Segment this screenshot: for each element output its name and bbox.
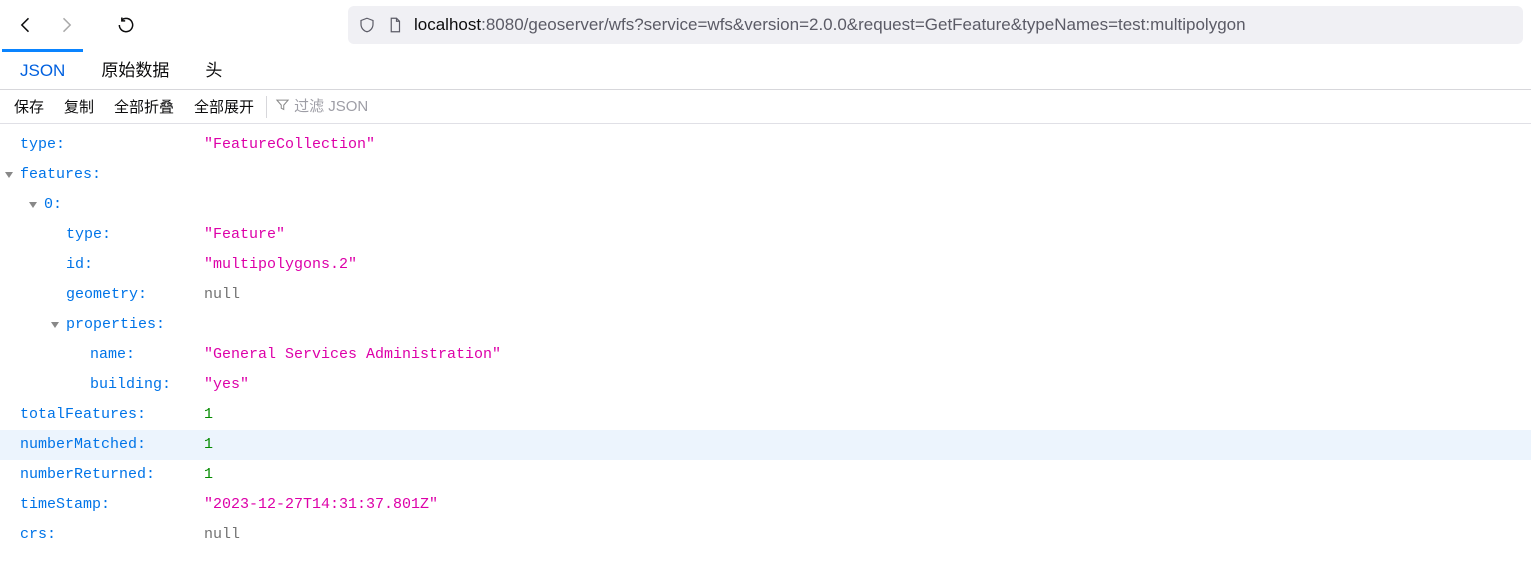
json-key: 0: [44,190,62,220]
json-key: properties: [66,310,165,340]
json-value: null [204,280,240,310]
forward-button[interactable] [48,7,84,43]
save-button[interactable]: 保存 [4,90,54,123]
expand-toggle[interactable] [4,168,18,182]
json-row-feature-0[interactable]: 0: [0,190,1531,220]
back-button[interactable] [8,7,44,43]
expand-toggle[interactable] [28,198,42,212]
json-row-type[interactable]: type: "FeatureCollection" [0,130,1531,160]
json-row-numberMatched[interactable]: numberMatched: 1 [0,430,1531,460]
page-icon [386,16,404,34]
browser-toolbar: localhost:8080/geoserver/wfs?service=wfs… [0,0,1531,50]
filter-input[interactable] [294,98,414,115]
json-key: numberReturned: [20,460,155,490]
json-row-timeStamp[interactable]: timeStamp: "2023-12-27T14:31:37.801Z" [0,490,1531,520]
json-value: null [204,520,240,550]
json-row-totalFeatures[interactable]: totalFeatures: 1 [0,400,1531,430]
json-key: type: [66,220,111,250]
json-value: 1 [204,430,213,460]
json-row-p-building[interactable]: building: "yes" [0,370,1531,400]
expand-toggle[interactable] [50,318,64,332]
json-row-f-geometry[interactable]: geometry: null [0,280,1531,310]
json-key: id: [66,250,93,280]
tab-json[interactable]: JSON [2,49,83,89]
json-key: timeStamp: [20,490,110,520]
divider [266,96,267,118]
json-key: numberMatched: [20,430,146,460]
json-value: "Feature" [204,220,285,250]
json-value: "FeatureCollection" [204,130,375,160]
filter-icon [275,97,290,116]
json-row-p-name[interactable]: name: "General Services Administration" [0,340,1531,370]
json-row-features[interactable]: features: [0,160,1531,190]
json-key: crs: [20,520,56,550]
url-host: localhost [414,15,481,34]
json-row-f-properties[interactable]: properties: [0,310,1531,340]
json-value: 1 [204,400,213,430]
json-row-f-id[interactable]: id: "multipolygons.2" [0,250,1531,280]
copy-button[interactable]: 复制 [54,90,104,123]
json-row-numberReturned[interactable]: numberReturned: 1 [0,460,1531,490]
json-key: features: [20,160,101,190]
action-bar: 保存 复制 全部折叠 全部展开 [0,90,1531,124]
json-key: building: [90,370,171,400]
address-bar[interactable]: localhost:8080/geoserver/wfs?service=wfs… [348,6,1523,44]
shield-icon [358,16,376,34]
json-value: "multipolygons.2" [204,250,357,280]
json-value: 1 [204,460,213,490]
filter-wrap [269,97,420,116]
json-row-crs[interactable]: crs: null [0,520,1531,550]
json-row-f-type[interactable]: type: "Feature" [0,220,1531,250]
json-value: "2023-12-27T14:31:37.801Z" [204,490,438,520]
url-path: :8080/geoserver/wfs?service=wfs&version=… [481,15,1245,34]
json-value: "yes" [204,370,249,400]
json-key: geometry: [66,280,147,310]
json-key: type: [20,130,65,160]
expand-all-button[interactable]: 全部展开 [184,90,264,123]
reload-button[interactable] [108,7,144,43]
tab-raw[interactable]: 原始数据 [83,44,187,89]
viewer-tabs: JSON 原始数据 头 [0,50,1531,90]
json-key: totalFeatures: [20,400,146,430]
json-viewer: type: "FeatureCollection" features: 0: ty… [0,124,1531,562]
url-text: localhost:8080/geoserver/wfs?service=wfs… [414,15,1246,35]
json-key: name: [90,340,135,370]
json-value: "General Services Administration" [204,340,501,370]
collapse-all-button[interactable]: 全部折叠 [104,90,184,123]
tab-headers[interactable]: 头 [187,44,240,89]
